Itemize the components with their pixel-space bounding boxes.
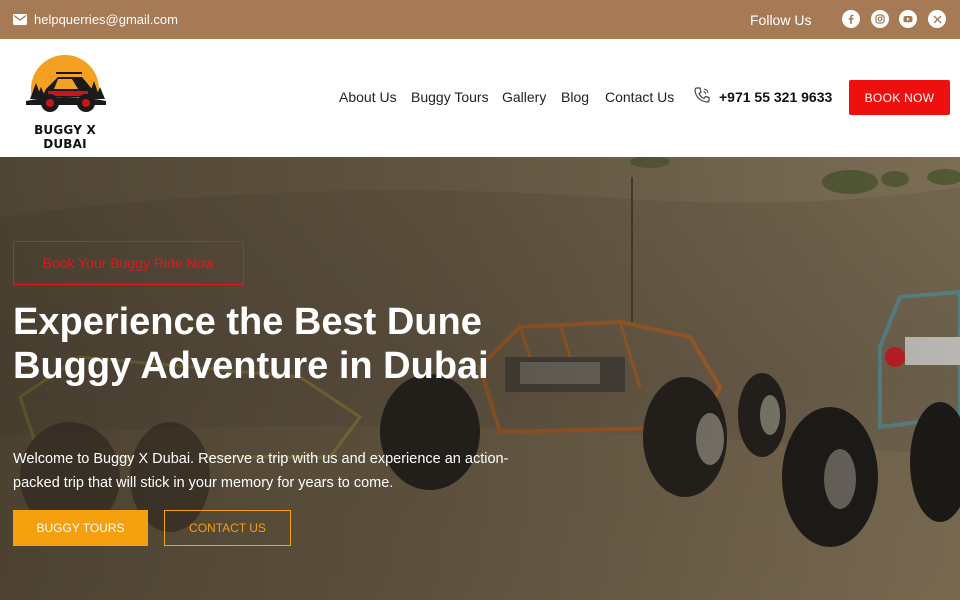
- facebook-icon[interactable]: [842, 10, 860, 28]
- book-buggy-ride-button[interactable]: Book Your Buggy Ride Now: [13, 241, 244, 285]
- nav-about-us[interactable]: About Us: [339, 89, 397, 105]
- email-text[interactable]: helpquerries@gmail.com: [34, 12, 178, 27]
- buggy-tours-button[interactable]: BUGGY TOURS: [13, 510, 148, 546]
- x-icon[interactable]: [928, 10, 946, 28]
- logo-text: BUGGY X DUBAI: [34, 123, 96, 151]
- hero-description: Welcome to Buggy X Dubai. Reserve a trip…: [13, 451, 509, 491]
- book-now-button[interactable]: BOOK NOW: [849, 80, 950, 115]
- main-header: BUGGY X DUBAI About Us Buggy Tours Galle…: [0, 39, 960, 157]
- nav-gallery[interactable]: Gallery: [502, 89, 546, 105]
- contact-us-button[interactable]: CONTACT US: [164, 510, 291, 546]
- nav-blog[interactable]: Blog: [561, 89, 589, 105]
- top-bar: helpquerries@gmail.com Follow Us: [0, 0, 960, 39]
- nav-contact-us[interactable]: Contact Us: [605, 89, 674, 105]
- phone-number[interactable]: +971 55 321 9633: [719, 89, 832, 105]
- youtube-icon[interactable]: [899, 10, 917, 28]
- phone-contact[interactable]: +971 55 321 9633: [693, 86, 832, 108]
- phone-icon: [693, 86, 711, 109]
- instagram-icon[interactable]: [871, 10, 889, 28]
- hero-section: Book Your Buggy Ride Now Experience the …: [0, 157, 960, 600]
- logo-graphic: [12, 55, 118, 125]
- email-contact[interactable]: helpquerries@gmail.com: [13, 0, 178, 39]
- hero-title: Experience the Best Dune Buggy Adventure…: [13, 301, 489, 387]
- mail-icon: [13, 14, 27, 25]
- follow-us-label: Follow Us: [750, 11, 812, 28]
- nav-buggy-tours[interactable]: Buggy Tours: [411, 89, 489, 105]
- site-logo[interactable]: BUGGY X DUBAI: [12, 53, 118, 151]
